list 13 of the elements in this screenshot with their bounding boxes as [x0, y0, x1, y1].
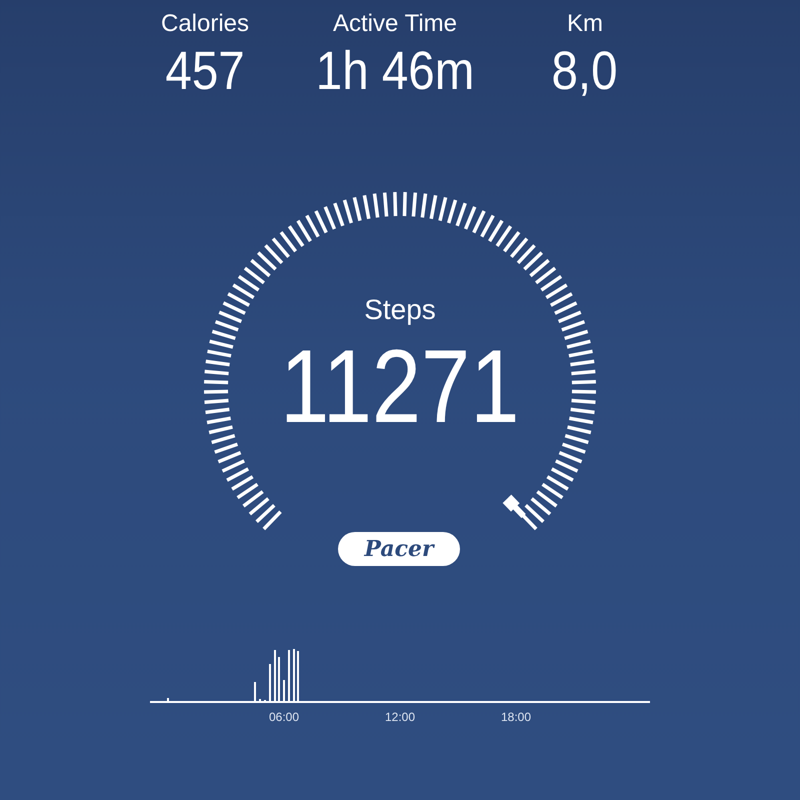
axis-label: 06:00 [268, 710, 300, 724]
steps-label: Steps [364, 294, 436, 326]
logo-badge: Pacer [338, 532, 460, 566]
steps-count: 11271 [280, 328, 520, 446]
stat-value: 457 [165, 40, 245, 102]
stat-value: 1h 46m [316, 40, 474, 102]
stat-label: Km [567, 9, 603, 39]
stat-value: 8,0 [552, 40, 618, 102]
stat-label: Calories [160, 9, 250, 39]
axis-label: 12:00 [384, 710, 416, 724]
axis-label: 18:00 [500, 710, 532, 724]
progress-marker [502, 494, 526, 518]
stat-label: Active Time [332, 9, 458, 39]
